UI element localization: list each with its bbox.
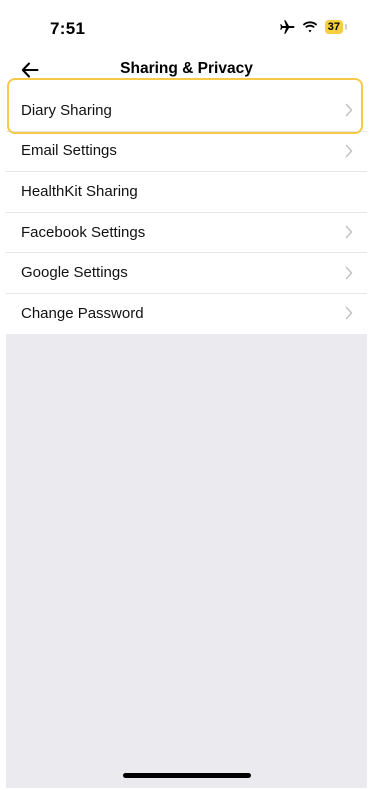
chevron-right-icon [345, 144, 353, 158]
back-arrow-icon [21, 62, 39, 78]
settings-item-label: Diary Sharing [21, 101, 112, 119]
status-bar: 7:51 37 [6, 0, 367, 52]
settings-item-email-settings[interactable]: Email Settings [6, 130, 367, 172]
chevron-right-icon [345, 306, 353, 320]
settings-item-google-settings[interactable]: Google Settings [6, 252, 367, 293]
settings-item-facebook-settings[interactable]: Facebook Settings [6, 211, 367, 253]
settings-item-healthkit-sharing[interactable]: HealthKit Sharing [6, 171, 367, 212]
screen: 7:51 37 Sharing & Privacy Diary Sharing … [6, 0, 367, 788]
page-title: Sharing & Privacy [120, 60, 253, 77]
home-indicator [123, 773, 251, 778]
back-button[interactable] [16, 56, 44, 84]
settings-item-label: Google Settings [21, 264, 128, 282]
status-icons: 37 [279, 20, 348, 34]
settings-item-label: Email Settings [21, 142, 117, 160]
navigation-bar: Sharing & Privacy [6, 52, 367, 88]
wifi-icon [302, 21, 318, 33]
settings-item-label: HealthKit Sharing [21, 182, 138, 200]
chevron-right-icon [345, 266, 353, 279]
settings-item-label: Facebook Settings [21, 223, 146, 241]
status-time: 7:51 [50, 19, 86, 38]
empty-background [6, 334, 367, 788]
settings-item-diary-sharing[interactable]: Diary Sharing [6, 90, 367, 131]
settings-list: Diary Sharing Email Settings HealthKit S… [6, 90, 367, 334]
settings-item-change-password[interactable]: Change Password [6, 292, 367, 334]
chevron-right-icon [345, 225, 353, 239]
chevron-right-icon [345, 103, 353, 117]
settings-item-label: Change Password [21, 304, 144, 322]
battery-icon: 37 [324, 20, 348, 34]
airplane-icon [279, 20, 295, 34]
